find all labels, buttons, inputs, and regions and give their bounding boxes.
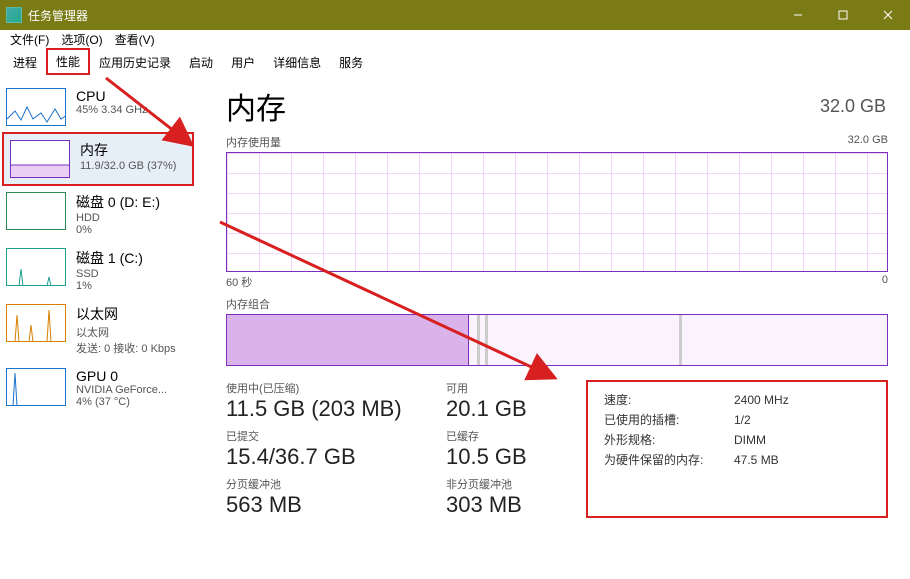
paged-value: 563 MB bbox=[226, 492, 426, 518]
chart-time-left: 60 秒 bbox=[226, 274, 252, 290]
composition-tick bbox=[485, 315, 488, 365]
cached-label: 已缓存 bbox=[446, 428, 566, 444]
tab-performance[interactable]: 性能 bbox=[46, 48, 90, 75]
title-bar: 任务管理器 bbox=[0, 0, 910, 30]
sidebar-item-cpu[interactable]: CPU 45% 3.34 GHz bbox=[0, 82, 196, 132]
maximize-button[interactable] bbox=[820, 0, 865, 30]
reserved-key: 为硬件保留的内存: bbox=[604, 450, 734, 470]
paged-label: 分页缓冲池 bbox=[226, 476, 426, 492]
form-value: DIMM bbox=[734, 430, 766, 450]
tab-strip: 进程 性能 应用历史记录 启动 用户 详细信息 服务 bbox=[0, 50, 910, 74]
speed-key: 速度: bbox=[604, 390, 734, 410]
committed-value: 15.4/36.7 GB bbox=[226, 444, 426, 470]
memory-capacity: 32.0 GB bbox=[820, 96, 886, 117]
memory-detail-box: 速度:2400 MHz 已使用的插槽:1/2 外形规格:DIMM 为硬件保留的内… bbox=[586, 380, 888, 518]
menu-bar: 文件(F) 选项(O) 查看(V) bbox=[0, 30, 910, 50]
in-use-label: 使用中(已压缩) bbox=[226, 380, 426, 396]
committed-label: 已提交 bbox=[226, 428, 426, 444]
tab-details[interactable]: 详细信息 bbox=[264, 50, 330, 75]
minimize-button[interactable] bbox=[775, 0, 820, 30]
available-value: 20.1 GB bbox=[446, 396, 566, 422]
sidebar-memory-title: 内存 bbox=[80, 140, 176, 160]
in-use-value: 11.5 GB (203 MB) bbox=[226, 396, 426, 422]
tab-app-history[interactable]: 应用历史记录 bbox=[90, 50, 180, 75]
composition-used-segment bbox=[227, 315, 469, 365]
sidebar-disk0-sub2: 0% bbox=[76, 224, 160, 236]
sidebar-disk1-sub2: 1% bbox=[76, 280, 143, 292]
sidebar-memory-sub: 11.9/32.0 GB (37%) bbox=[80, 160, 176, 172]
tab-startup[interactable]: 启动 bbox=[180, 50, 222, 75]
sidebar-disk1-title: 磁盘 1 (C:) bbox=[76, 248, 143, 268]
chart-time-right: 0 bbox=[882, 274, 888, 290]
disk1-thumb-icon bbox=[6, 248, 66, 286]
sidebar-disk0-title: 磁盘 0 (D: E:) bbox=[76, 192, 160, 212]
window-controls bbox=[775, 0, 910, 30]
sidebar-cpu-title: CPU bbox=[76, 88, 148, 104]
menu-view[interactable]: 查看(V) bbox=[109, 30, 161, 49]
tab-processes[interactable]: 进程 bbox=[4, 50, 46, 75]
page-title: 内存 bbox=[226, 84, 888, 128]
slots-value: 1/2 bbox=[734, 410, 751, 430]
sidebar-item-ethernet[interactable]: 以太网 以太网 发送: 0 接收: 0 Kbps bbox=[0, 298, 196, 362]
sidebar-item-gpu0[interactable]: GPU 0 NVIDIA GeForce... 4% (37 °C) bbox=[0, 362, 196, 414]
cpu-thumb-icon bbox=[6, 88, 66, 126]
cached-value: 10.5 GB bbox=[446, 444, 566, 470]
nonpaged-value: 303 MB bbox=[446, 492, 566, 518]
menu-file[interactable]: 文件(F) bbox=[4, 30, 55, 49]
tab-services[interactable]: 服务 bbox=[330, 50, 372, 75]
composition-tick bbox=[477, 315, 480, 365]
sidebar-disk1-sub: SSD bbox=[76, 268, 143, 280]
available-label: 可用 bbox=[446, 380, 566, 396]
sidebar-item-memory[interactable]: 内存 11.9/32.0 GB (37%) bbox=[2, 132, 194, 186]
sidebar-gpu-title: GPU 0 bbox=[76, 368, 167, 384]
menu-options[interactable]: 选项(O) bbox=[55, 30, 108, 49]
sidebar-disk0-sub: HDD bbox=[76, 212, 160, 224]
main-panel: 内存 32.0 GB 内存使用量 32.0 GB 60 秒 0 内存组合 使用中… bbox=[196, 74, 910, 579]
usage-label: 内存使用量 bbox=[226, 137, 281, 149]
sidebar-item-disk0[interactable]: 磁盘 0 (D: E:) HDD 0% bbox=[0, 186, 196, 242]
memory-thumb-icon bbox=[10, 140, 70, 178]
sidebar-gpu-sub2: 4% (37 °C) bbox=[76, 396, 167, 408]
form-key: 外形规格: bbox=[604, 430, 734, 450]
sidebar-item-disk1[interactable]: 磁盘 1 (C:) SSD 1% bbox=[0, 242, 196, 298]
window-title: 任务管理器 bbox=[28, 7, 88, 24]
usage-max: 32.0 GB bbox=[848, 134, 888, 146]
sidebar-cpu-sub: 45% 3.34 GHz bbox=[76, 104, 148, 116]
memory-usage-chart bbox=[226, 152, 888, 272]
app-icon bbox=[6, 7, 22, 23]
composition-label: 内存组合 bbox=[226, 296, 888, 312]
reserved-value: 47.5 MB bbox=[734, 450, 779, 470]
sidebar: CPU 45% 3.34 GHz 内存 11.9/32.0 GB (37%) 磁… bbox=[0, 74, 196, 579]
close-button[interactable] bbox=[865, 0, 910, 30]
sidebar-eth-sub: 以太网 bbox=[76, 324, 176, 340]
slots-key: 已使用的插槽: bbox=[604, 410, 734, 430]
sidebar-gpu-sub: NVIDIA GeForce... bbox=[76, 384, 167, 396]
sidebar-eth-sub2: 发送: 0 接收: 0 Kbps bbox=[76, 340, 176, 356]
speed-value: 2400 MHz bbox=[734, 390, 789, 410]
memory-composition-chart bbox=[226, 314, 888, 366]
gpu-thumb-icon bbox=[6, 368, 66, 406]
disk0-thumb-icon bbox=[6, 192, 66, 230]
tab-users[interactable]: 用户 bbox=[222, 50, 264, 75]
composition-tick bbox=[679, 315, 682, 365]
nonpaged-label: 非分页缓冲池 bbox=[446, 476, 566, 492]
ethernet-thumb-icon bbox=[6, 304, 66, 342]
sidebar-eth-title: 以太网 bbox=[76, 304, 176, 324]
